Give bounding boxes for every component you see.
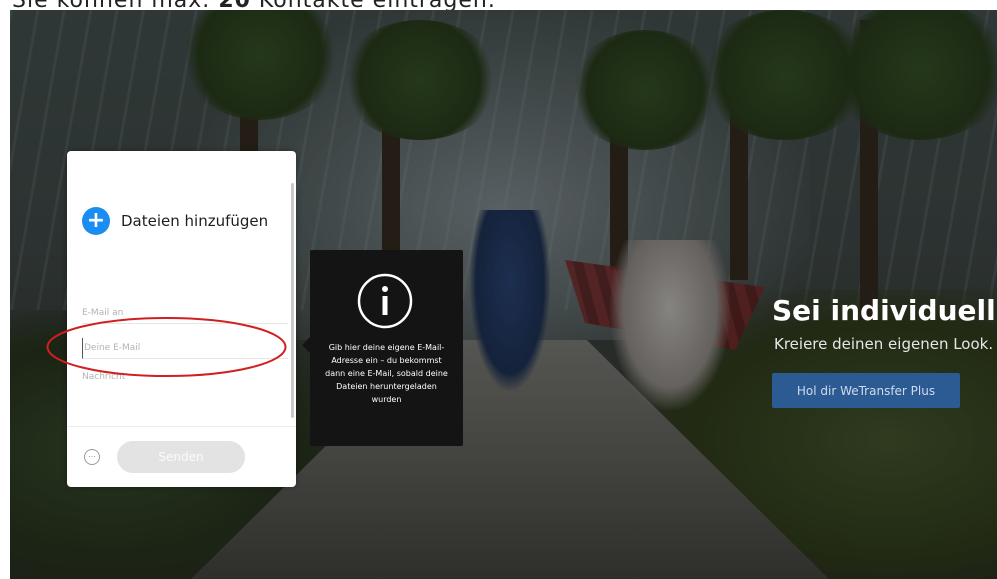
annotation-ellipse bbox=[46, 317, 287, 377]
info-icon bbox=[357, 273, 413, 329]
get-plus-button[interactable]: Hol dir WeTransfer Plus bbox=[772, 373, 960, 408]
add-files-button[interactable]: + Dateien hinzufügen bbox=[82, 206, 268, 236]
promo-subtitle: Kreiere deinen eigenen Look. bbox=[774, 335, 994, 353]
add-files-label: Dateien hinzufügen bbox=[121, 212, 269, 230]
more-icon[interactable]: ··· bbox=[84, 449, 100, 465]
panel-scrollbar[interactable] bbox=[291, 183, 294, 418]
plus-icon: + bbox=[82, 207, 110, 235]
send-button[interactable]: Senden bbox=[117, 441, 245, 473]
panel-divider bbox=[67, 426, 296, 427]
tooltip-text: Gib hier deine eigene E-Mail-Adresse ein… bbox=[325, 343, 448, 404]
promo-title: Sei individuell bbox=[772, 294, 996, 327]
